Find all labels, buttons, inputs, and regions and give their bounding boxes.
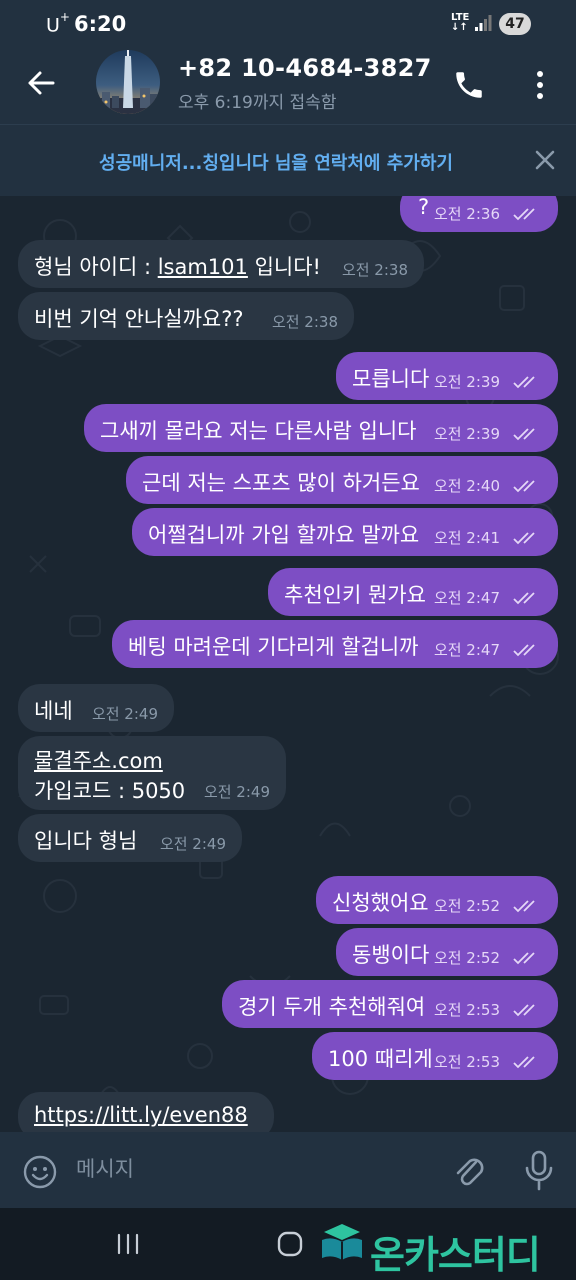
- more-vertical-icon[interactable]: [530, 68, 550, 102]
- message-time: 오전 2:38: [271, 313, 338, 331]
- message-text: 가입코드 : 5050: [34, 779, 186, 803]
- incoming-message[interactable]: 물결주소.com 가입코드 : 5050 오전 2:49: [18, 736, 286, 810]
- incoming-message[interactable]: 네네 오전 2:49: [18, 684, 174, 732]
- paperclip-icon[interactable]: [452, 1152, 486, 1190]
- network-indicator: LTE ↓↑: [451, 12, 470, 33]
- book-logo-icon: [322, 1224, 362, 1260]
- double-check-icon: [513, 900, 535, 913]
- message-text: ?: [418, 196, 430, 219]
- message-time: 오전 2:53: [433, 1001, 500, 1019]
- incoming-message[interactable]: 입니다 형님 오전 2:49: [18, 814, 242, 862]
- message-time: 오전 2:52: [433, 949, 500, 967]
- watermark-text: 온카스터디: [370, 1233, 541, 1277]
- add-contact-link[interactable]: 성공매니저...칭입니다 님을 연락처에 추가하기: [0, 149, 576, 175]
- outgoing-message[interactable]: 베팅 마려운데 기다리게 할겁니까 오전 2:47: [112, 620, 558, 668]
- watermark: 온카스터디: [318, 1218, 541, 1277]
- contact-name[interactable]: +82 10-4684-3827: [178, 54, 432, 82]
- double-check-icon: [513, 480, 535, 493]
- double-check-icon: [513, 376, 535, 389]
- outgoing-message[interactable]: ? 오전 2:36: [400, 196, 558, 232]
- outgoing-message[interactable]: 신청했어요 오전 2:52: [316, 876, 558, 924]
- message-time: 오전 2:41: [433, 529, 500, 547]
- message-text: 베팅 마려운데 기다리게 할겁니까: [128, 635, 419, 659]
- message-time: 오전 2:40: [433, 477, 500, 495]
- message-link[interactable]: 물결주소.com: [34, 745, 163, 775]
- outgoing-message[interactable]: 그새끼 몰라요 저는 다른사람 입니다 오전 2:39: [84, 404, 558, 452]
- double-check-icon: [513, 532, 535, 545]
- system-nav-bar: 온카스터디: [0, 1208, 576, 1280]
- chat-header: +82 10-4684-3827 오후 6:19까지 접속함: [0, 48, 576, 124]
- avatar[interactable]: [96, 50, 160, 114]
- message-text: 네네: [34, 699, 73, 723]
- incoming-message[interactable]: https://litt.ly/even88: [18, 1092, 274, 1132]
- message-time: 오전 2:39: [433, 425, 500, 443]
- message-time: 오전 2:39: [433, 373, 500, 391]
- message-text: 입니다 형님: [34, 829, 138, 853]
- message-text: 100 때리게: [328, 1047, 433, 1071]
- outgoing-message[interactable]: 어쩔겁니까 가입 할까요 말까요 오전 2:41: [132, 508, 558, 556]
- close-icon[interactable]: [532, 147, 558, 173]
- message-time: 오전 2:49: [91, 705, 158, 723]
- tower-image: [96, 50, 160, 114]
- double-check-icon: [513, 208, 535, 221]
- message-text: 그새끼 몰라요 저는 다른사람 입니다: [100, 419, 417, 443]
- double-check-icon: [513, 952, 535, 965]
- message-input[interactable]: [76, 1152, 416, 1186]
- outgoing-message[interactable]: 경기 두개 추천해줘여 오전 2:53: [222, 980, 558, 1028]
- home-icon[interactable]: [276, 1230, 304, 1258]
- outgoing-message[interactable]: 근데 저는 스포츠 많이 하거든요 오전 2:40: [126, 456, 558, 504]
- outgoing-message[interactable]: 모릅니다 오전 2:39: [336, 352, 558, 400]
- recent-apps-icon[interactable]: [116, 1232, 140, 1256]
- double-check-icon: [513, 644, 535, 657]
- message-text: 근데 저는 스포츠 많이 하거든요: [142, 471, 420, 495]
- message-text: 비번 기억 안나실까요??: [34, 307, 244, 331]
- message-text: 형님 아이디 : lsam101 입니다!: [34, 255, 321, 279]
- phone-icon[interactable]: [452, 68, 486, 102]
- carrier-label: U+: [46, 10, 70, 37]
- message-list[interactable]: ? 오전 2:36 형님 아이디 : lsam101 입니다! 오전 2:38 …: [0, 196, 576, 1132]
- microphone-icon[interactable]: [524, 1150, 554, 1192]
- add-contact-bar: 성공매니저...칭입니다 님을 연락처에 추가하기: [0, 124, 576, 196]
- outgoing-message[interactable]: 동뱅이다 오전 2:52: [336, 928, 558, 976]
- arrow-left-icon[interactable]: [26, 68, 56, 98]
- double-check-icon: [513, 592, 535, 605]
- last-seen-status: 오후 6:19까지 접속함: [178, 93, 337, 113]
- double-check-icon: [513, 1056, 535, 1069]
- message-composer: [0, 1132, 576, 1208]
- double-check-icon: [513, 1004, 535, 1017]
- signal-icon: [475, 15, 492, 31]
- outgoing-message[interactable]: 100 때리게 오전 2:53: [312, 1032, 558, 1080]
- message-text: 경기 두개 추천해줘여: [238, 995, 426, 1019]
- message-time: 오전 2:38: [341, 261, 408, 279]
- battery-indicator: 47: [499, 13, 531, 35]
- message-time: 오전 2:49: [203, 783, 270, 801]
- outgoing-message[interactable]: 추천인키 뭔가요 오전 2:47: [268, 568, 558, 616]
- message-time: 오전 2:52: [433, 897, 500, 915]
- message-time: 오전 2:36: [433, 205, 500, 223]
- message-time: 오전 2:53: [433, 1053, 500, 1071]
- message-time: 오전 2:47: [433, 589, 500, 607]
- status-bar: U+ 6:20 LTE ↓↑ 47: [0, 0, 576, 48]
- message-time: 오전 2:47: [433, 641, 500, 659]
- message-text: 모릅니다: [352, 367, 430, 391]
- message-text: 추천인키 뭔가요: [284, 583, 426, 607]
- double-check-icon: [513, 428, 535, 441]
- message-text: 동뱅이다: [352, 943, 430, 967]
- incoming-message[interactable]: 비번 기억 안나실까요?? 오전 2:38: [18, 292, 354, 340]
- emoji-icon[interactable]: [22, 1154, 58, 1190]
- message-text: 신청했어요: [332, 891, 429, 915]
- incoming-message[interactable]: 형님 아이디 : lsam101 입니다! 오전 2:38: [18, 240, 424, 288]
- message-link[interactable]: https://litt.ly/even88: [34, 1103, 248, 1127]
- message-time: 오전 2:49: [159, 835, 226, 853]
- message-text: 어쩔겁니까 가입 할까요 말까요: [148, 523, 420, 547]
- status-time: 6:20: [74, 12, 127, 36]
